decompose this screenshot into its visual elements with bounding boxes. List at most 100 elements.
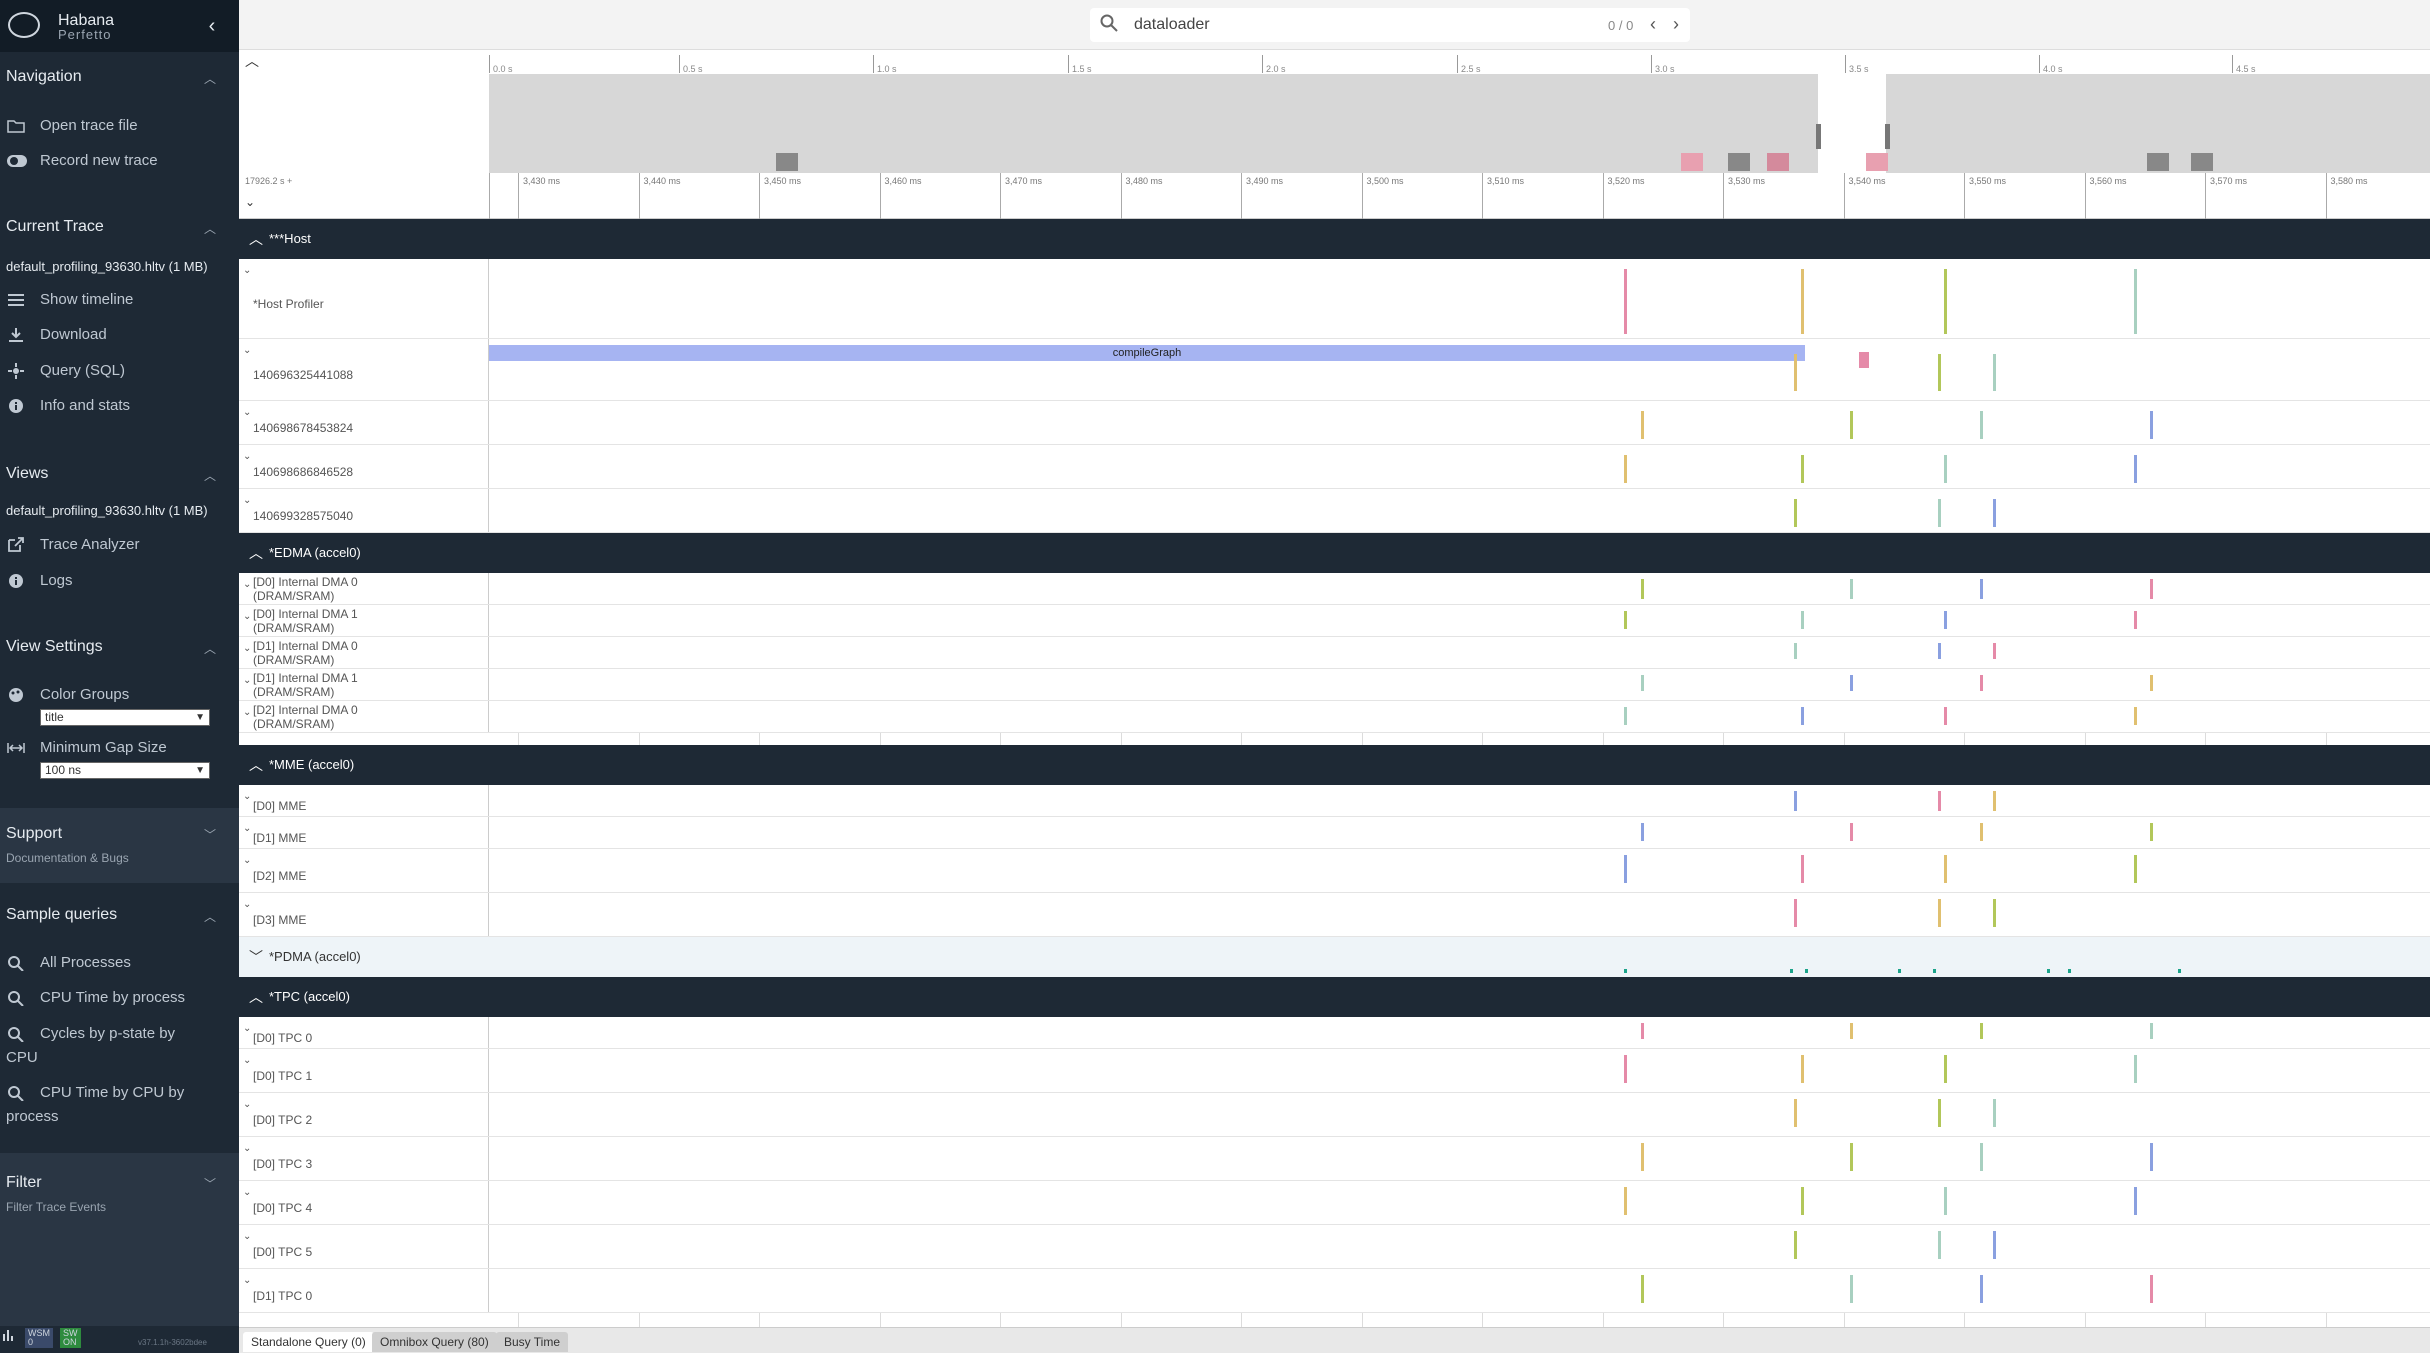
- track-row[interactable]: ⌄ 140699328575040: [239, 489, 2430, 533]
- event-slice[interactable]: [1624, 1055, 1627, 1083]
- tab-omnibox-query[interactable]: Omnibox Query (80): [372, 1332, 497, 1352]
- chevron-down-icon[interactable]: ⌄: [243, 611, 251, 622]
- event-slice[interactable]: [1993, 1231, 1996, 1259]
- event-slice[interactable]: [2134, 855, 2137, 883]
- event-slice[interactable]: [1938, 1099, 1941, 1127]
- group-pdma[interactable]: ﹀ *PDMA (accel0): [239, 937, 2430, 977]
- tab-standalone-query[interactable]: Standalone Query (0): [243, 1332, 374, 1352]
- event-slice[interactable]: [1938, 643, 1941, 659]
- event-slice[interactable]: [1801, 855, 1804, 883]
- event-slice[interactable]: [1794, 354, 1797, 391]
- track-row[interactable]: ⌄ [D1] Internal DMA 0 (DRAM/SRAM): [239, 637, 2430, 669]
- chevron-up-icon[interactable]: ︿: [204, 467, 216, 484]
- expand-all-icon[interactable]: ⌄: [245, 195, 255, 209]
- collapse-sidebar-button[interactable]: ‹: [200, 14, 224, 38]
- event-slice[interactable]: [1624, 455, 1627, 483]
- pdma-activity-mark[interactable]: [1805, 969, 1808, 973]
- pdma-activity-mark[interactable]: [2178, 969, 2181, 973]
- chevron-up-icon[interactable]: ︿: [249, 533, 263, 573]
- bar-chart-icon[interactable]: [2, 1328, 16, 1344]
- event-slice[interactable]: [1641, 823, 1644, 841]
- section-filter-title[interactable]: Filter: [6, 1174, 42, 1192]
- event-slice[interactable]: [1859, 352, 1869, 368]
- event-slice[interactable]: [2134, 707, 2137, 725]
- chevron-down-icon[interactable]: ⌄: [243, 1143, 251, 1154]
- chevron-down-icon[interactable]: ⌄: [243, 855, 251, 866]
- track-shell[interactable]: ⌄ [D1] Internal DMA 0 (DRAM/SRAM): [239, 637, 489, 668]
- track-row[interactable]: ⌄ [D0] Internal DMA 0 (DRAM/SRAM): [239, 573, 2430, 605]
- event-slice[interactable]: [2150, 1275, 2153, 1303]
- event-slice[interactable]: [1794, 899, 1797, 927]
- chevron-down-icon[interactable]: ⌄: [243, 823, 251, 834]
- event-slice[interactable]: [1624, 707, 1627, 725]
- track-shell[interactable]: ⌄ [D2] Internal DMA 0 (DRAM/SRAM): [239, 701, 489, 732]
- event-slice[interactable]: [2150, 823, 2153, 841]
- time-ruler[interactable]: 17926.2 s + ⌄ 3,430 ms 3,440 ms 3,450 ms 3,…: [239, 173, 2430, 219]
- event-slice[interactable]: [1993, 899, 1996, 927]
- track-row[interactable]: ⌄ [D0] Internal DMA 1 (DRAM/SRAM): [239, 605, 2430, 637]
- group-tpc[interactable]: ︿ *TPC (accel0): [239, 977, 2430, 1017]
- chevron-down-icon[interactable]: ⌄: [243, 791, 251, 802]
- event-slice[interactable]: [2134, 455, 2137, 483]
- event-slice[interactable]: [1794, 643, 1797, 659]
- section-view-settings-title[interactable]: View Settings: [6, 638, 103, 656]
- chevron-left-icon[interactable]: ‹: [1650, 14, 1656, 35]
- chevron-up-icon[interactable]: ︿: [204, 220, 216, 237]
- track-row[interactable]: ⌄ [D0] TPC 1: [239, 1049, 2430, 1093]
- event-slice[interactable]: [1624, 1187, 1627, 1215]
- event-slice[interactable]: [1944, 855, 1947, 883]
- event-slice[interactable]: [1938, 354, 1941, 391]
- overview-left-handle[interactable]: [1816, 124, 1821, 149]
- track-shell[interactable]: ⌄ [D1] Internal DMA 1 (DRAM/SRAM): [239, 669, 489, 700]
- event-slice[interactable]: [1641, 1143, 1644, 1171]
- event-slice[interactable]: [1993, 791, 1996, 811]
- pdma-activity-mark[interactable]: [1898, 969, 1901, 973]
- chevron-down-icon[interactable]: ⌄: [243, 1187, 251, 1198]
- event-slice[interactable]: [1641, 1275, 1644, 1303]
- group-host[interactable]: ︿ ***Host: [239, 219, 2430, 259]
- query-sql-item[interactable]: Query (SQL): [6, 360, 125, 382]
- query-cycles-by-pstate[interactable]: Cycles by p-state by: [6, 1023, 175, 1045]
- overview-timeline[interactable]: ︿ 0.0 s 0.5 s 1.0 s 1.5 s 2.0 s 2.5 s 3.0 s 3.5…: [239, 51, 2430, 173]
- chevron-down-icon[interactable]: ﹀: [204, 1175, 216, 1192]
- chevron-down-icon[interactable]: ⌄: [243, 643, 251, 654]
- event-slice[interactable]: [1980, 411, 1983, 439]
- track-row[interactable]: ⌄ [D0] TPC 4: [239, 1181, 2430, 1225]
- event-slice[interactable]: [1801, 611, 1804, 629]
- pdma-activity-mark[interactable]: [1933, 969, 1936, 973]
- section-support-title[interactable]: Support: [6, 825, 62, 843]
- event-slice[interactable]: [1850, 1275, 1853, 1303]
- event-slice[interactable]: [1944, 611, 1947, 629]
- logs-item[interactable]: Logs: [6, 570, 73, 592]
- event-slice[interactable]: [1980, 675, 1983, 691]
- omnibox[interactable]: dataloader 0 / 0 ‹ ›: [1090, 8, 1690, 42]
- event-slice[interactable]: [1641, 411, 1644, 439]
- chevron-down-icon[interactable]: ⌄: [243, 407, 251, 418]
- event-slice[interactable]: [1993, 643, 1996, 659]
- event-slice[interactable]: [1993, 499, 1996, 527]
- track-row[interactable]: ⌄ [D0] TPC 0: [239, 1017, 2430, 1049]
- pdma-activity-mark[interactable]: [2068, 969, 2071, 973]
- track-shell[interactable]: ⌄ [D0] TPC 5: [239, 1225, 489, 1268]
- event-slice[interactable]: [1801, 707, 1804, 725]
- event-slice[interactable]: [1980, 1023, 1983, 1039]
- chevron-down-icon[interactable]: ﹀: [249, 937, 263, 977]
- query-cpu-time-by-process[interactable]: CPU Time by process: [6, 987, 185, 1009]
- track-row[interactable]: ⌄ [D1] TPC 0: [239, 1269, 2430, 1313]
- event-slice[interactable]: [2150, 1023, 2153, 1039]
- event-slice[interactable]: [2134, 611, 2137, 629]
- track-shell[interactable]: ⌄ [D1] MME: [239, 817, 489, 848]
- chevron-down-icon[interactable]: ⌄: [243, 899, 251, 910]
- download-item[interactable]: Download: [6, 324, 107, 346]
- section-views-title[interactable]: Views: [6, 465, 48, 483]
- group-mme[interactable]: ︿ *MME (accel0): [239, 745, 2430, 785]
- track-row[interactable]: ⌄ *Host Profiler: [239, 259, 2430, 339]
- sw-indicator[interactable]: SW ON: [60, 1328, 81, 1348]
- event-slice[interactable]: [2134, 1055, 2137, 1083]
- track-row[interactable]: ⌄ [D1] MME: [239, 817, 2430, 849]
- query-cpu-time-by-cpu-cont[interactable]: process: [6, 1106, 59, 1128]
- event-slice[interactable]: [1641, 675, 1644, 691]
- track-shell[interactable]: ⌄ [D0] TPC 2: [239, 1093, 489, 1136]
- overview-right-handle[interactable]: [1885, 124, 1890, 149]
- event-slice[interactable]: [1850, 411, 1853, 439]
